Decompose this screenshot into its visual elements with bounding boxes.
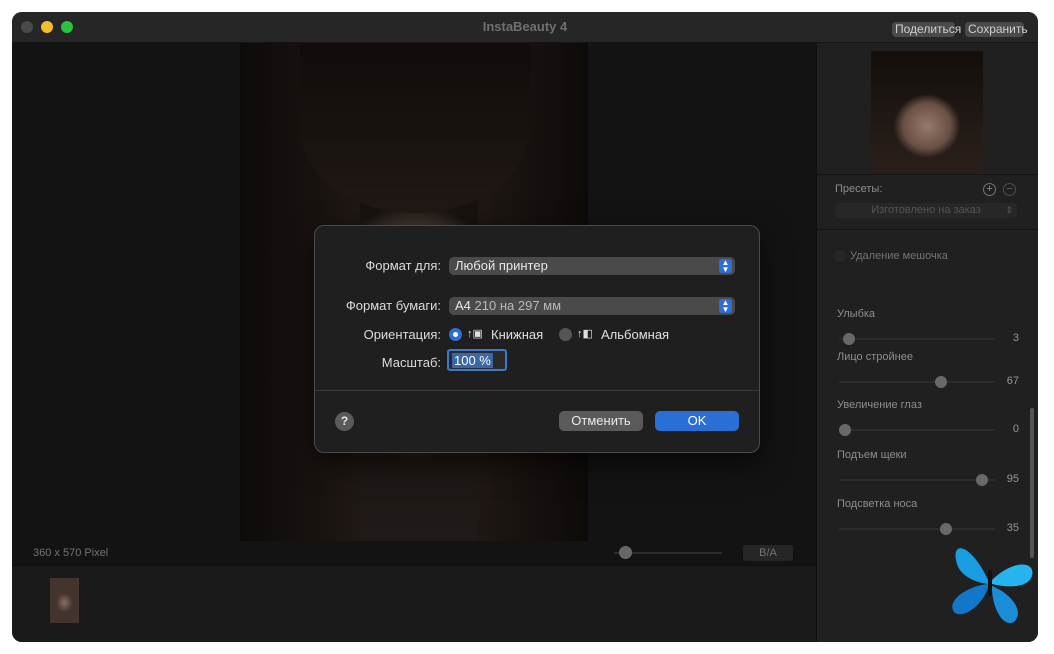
app-window: InstaBeauty 4 Поделиться Сохранить 360 x… <box>12 12 1038 642</box>
landscape-orientation-icon: ↑◧ <box>577 328 593 340</box>
title-bar: InstaBeauty 4 Поделиться Сохранить <box>12 12 1038 43</box>
chevron-updown-icon: ▲ ▼ <box>719 259 732 274</box>
page-setup-dialog: Формат для: Любой принтер ▲ ▼ Формат бума… <box>314 225 760 453</box>
chevron-updown-icon: ▲ ▼ <box>719 299 732 314</box>
format-for-value: Любой принтер <box>455 258 548 273</box>
portrait-orientation-icon: ↑▣ <box>467 328 483 340</box>
paper-size-name: A4 <box>455 298 471 313</box>
share-button[interactable]: Поделиться <box>892 22 961 37</box>
landscape-label: Альбомная <box>601 327 670 342</box>
paper-size-popup[interactable]: A4 210 на 297 мм ▲ ▼ <box>449 297 735 315</box>
save-button[interactable]: Сохранить <box>965 22 1028 37</box>
sidebar-scrollbar[interactable] <box>1030 408 1034 558</box>
window-title: InstaBeauty 4 <box>482 19 568 34</box>
butterfly-logo <box>952 548 1033 624</box>
scale-label: Масштаб: <box>381 355 441 370</box>
portrait-label: Книжная <box>491 327 544 342</box>
dialog-divider <box>315 390 759 391</box>
format-for-popup[interactable]: Любой принтер ▲ ▼ <box>449 257 735 275</box>
paper-size-label: Формат бумаги: <box>345 298 441 313</box>
portrait-radio[interactable] <box>449 328 462 341</box>
scale-value: 100 % <box>452 353 493 368</box>
scale-input[interactable]: 100 % <box>447 349 507 371</box>
format-for-label: Формат для: <box>365 258 441 273</box>
paper-size-dims: 210 на 297 мм <box>474 298 562 313</box>
cancel-button[interactable]: Отменить <box>559 411 643 431</box>
landscape-radio[interactable] <box>559 328 572 341</box>
help-button[interactable]: ? <box>335 412 354 431</box>
orientation-label: Ориентация: <box>363 327 441 342</box>
ok-button[interactable]: OK <box>655 411 739 431</box>
